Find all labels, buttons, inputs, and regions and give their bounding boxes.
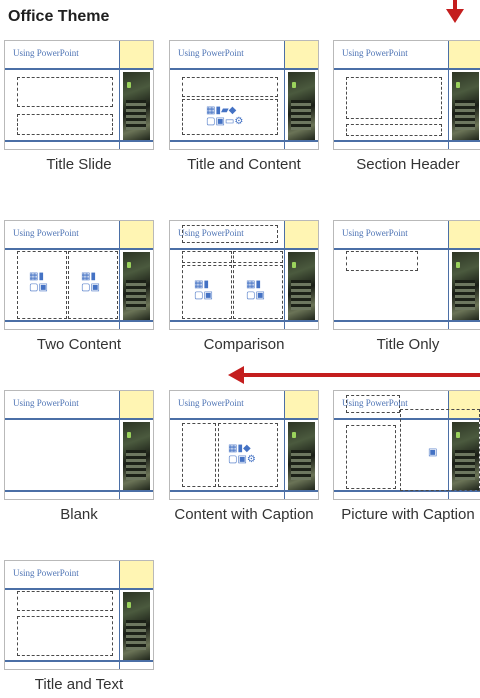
layout-label: Two Content: [36, 336, 122, 353]
gallery-title: Office Theme: [8, 8, 110, 25]
thumbnail-title: Using PowerPoint: [13, 568, 79, 578]
layout-thumbnail: Using PowerPoint ▣: [333, 390, 480, 500]
layout-picture-with-caption[interactable]: Using PowerPoint ▣ Picture with Caption: [333, 390, 480, 525]
layout-thumbnail: Using PowerPoint: [4, 560, 154, 670]
layout-label: Section Header: [356, 156, 460, 173]
photo-placeholder: [288, 72, 315, 140]
content-icons: ▦▮◆ ▢▣⚙: [228, 443, 256, 465]
layout-thumbnail: Using PowerPoint: [4, 40, 154, 150]
photo-placeholder: [123, 422, 150, 490]
thumbnail-title: Using PowerPoint: [342, 48, 408, 58]
layout-thumbnail: Using PowerPoint ▦▮◆ ▢▣⚙: [169, 390, 319, 500]
layout-title-and-text[interactable]: Using PowerPoint Title and Text: [4, 560, 154, 695]
layout-label: Title Slide: [46, 156, 112, 173]
layout-thumbnail: Using PowerPoint ▦▮ ▢▣ ▦▮ ▢▣: [169, 220, 319, 330]
layout-thumbnail: Using PowerPoint: [333, 220, 480, 330]
thumbnail-title: Using PowerPoint: [178, 48, 244, 58]
content-icons: ▦▮▰◆ ▢▣▭⚙: [206, 105, 244, 127]
content-icons: ▦▮ ▢▣: [81, 271, 100, 293]
photo-placeholder: [452, 72, 479, 140]
photo-placeholder: [123, 592, 150, 660]
thumbnail-title: Using PowerPoint: [13, 228, 79, 238]
layout-label: Comparison: [203, 336, 285, 353]
thumbnail-title: Using PowerPoint: [13, 48, 79, 58]
layout-thumbnail: Using PowerPoint: [333, 40, 480, 150]
photo-placeholder: [452, 252, 479, 320]
picture-icon: ▣: [428, 447, 438, 458]
layout-two-content[interactable]: Using PowerPoint ▦▮ ▢▣ ▦▮ ▢▣ Two Content: [4, 220, 154, 355]
layout-blank[interactable]: Using PowerPoint Blank: [4, 390, 154, 525]
content-icons: ▦▮ ▢▣: [194, 279, 213, 301]
layout-thumbnail: Using PowerPoint: [4, 390, 154, 500]
layout-label: Title and Text: [34, 676, 124, 693]
layout-title-slide[interactable]: Using PowerPoint Title Slide: [4, 40, 154, 175]
photo-placeholder: [123, 72, 150, 140]
thumbnail-title: Using PowerPoint: [13, 398, 79, 408]
layout-label: Title Only: [376, 336, 440, 353]
layout-label: Blank: [60, 506, 98, 523]
layout-thumbnail: Using PowerPoint ▦▮ ▢▣ ▦▮ ▢▣: [4, 220, 154, 330]
layout-label: Content with Caption: [174, 506, 314, 523]
thumbnail-title: Using PowerPoint: [342, 228, 408, 238]
thumbnail-title: Using PowerPoint: [178, 228, 244, 238]
content-icons: ▦▮ ▢▣: [29, 271, 48, 293]
layout-label: Picture with Caption: [341, 506, 475, 523]
layout-comparison[interactable]: Using PowerPoint ▦▮ ▢▣ ▦▮ ▢▣ Comparison: [169, 220, 319, 355]
photo-placeholder: [288, 422, 315, 490]
thumbnail-title: Using PowerPoint: [178, 398, 244, 408]
layout-thumbnail: Using PowerPoint ▦▮▰◆ ▢▣▭⚙: [169, 40, 319, 150]
content-icons: ▦▮ ▢▣: [246, 279, 265, 301]
layout-title-and-content[interactable]: Using PowerPoint ▦▮▰◆ ▢▣▭⚙ Title and Cont…: [169, 40, 319, 175]
photo-placeholder: [288, 252, 315, 320]
layout-title-only[interactable]: Using PowerPoint Title Only: [333, 220, 480, 355]
photo-placeholder: [123, 252, 150, 320]
layout-section-header[interactable]: Using PowerPoint Section Header: [333, 40, 480, 175]
layout-label: Title and Content: [187, 156, 301, 173]
thumbnail-title: Using PowerPoint: [342, 398, 408, 408]
layout-content-with-caption[interactable]: Using PowerPoint ▦▮◆ ▢▣⚙ Content with Cap…: [169, 390, 319, 525]
